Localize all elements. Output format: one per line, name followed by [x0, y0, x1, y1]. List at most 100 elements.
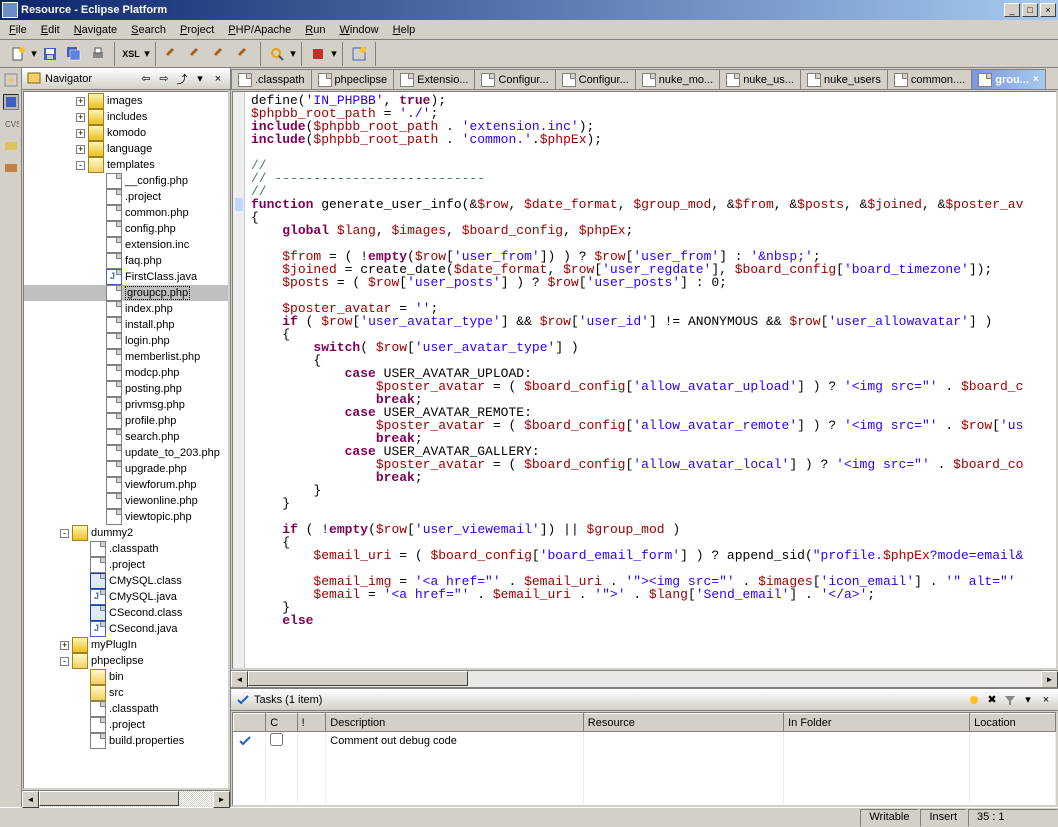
perspective-button[interactable]	[348, 43, 370, 65]
search-button[interactable]	[266, 43, 288, 65]
tree-node-faqphp[interactable]: faq.php	[24, 253, 228, 269]
ext-tools-button[interactable]	[307, 43, 329, 65]
tree-node-project[interactable]: .project	[24, 717, 228, 733]
tree-node-installphp[interactable]: install.php	[24, 317, 228, 333]
tree-node-modcpphp[interactable]: modcp.php	[24, 365, 228, 381]
menu-file[interactable]: File	[2, 22, 34, 38]
tree-node-komodo[interactable]: +komodo	[24, 125, 228, 141]
tree-node-project[interactable]: .project	[24, 189, 228, 205]
tool-1-button[interactable]	[161, 43, 183, 65]
tree-node-configphp[interactable]: config.php	[24, 221, 228, 237]
print-button[interactable]	[87, 43, 109, 65]
expander-icon[interactable]: +	[76, 113, 85, 122]
column-header[interactable]: Description	[326, 714, 584, 732]
tree-node-searchphp[interactable]: search.php	[24, 429, 228, 445]
navigator-tree[interactable]: +images+includes+komodo+language-templat…	[23, 91, 229, 789]
column-header[interactable]: !	[297, 714, 326, 732]
tree-node-templates[interactable]: -templates	[24, 157, 228, 173]
column-header[interactable]: In Folder	[784, 714, 970, 732]
task-checkbox[interactable]	[270, 733, 283, 746]
editor-tab-phpeclipse[interactable]: phpeclipse	[311, 69, 395, 89]
menu-window[interactable]: Window	[332, 22, 385, 38]
task-row[interactable]: Comment out debug code	[234, 732, 1056, 751]
close-button[interactable]: ×	[1040, 3, 1056, 17]
editor-tab-grou[interactable]: grou...×	[971, 69, 1045, 89]
tree-node-classpath[interactable]: .classpath	[24, 541, 228, 557]
tool-2-button[interactable]	[185, 43, 207, 65]
tree-node-csecondclass[interactable]: CSecond.class	[24, 605, 228, 621]
tasks-filter-button[interactable]	[1002, 692, 1018, 708]
tree-node-classpath[interactable]: .classpath	[24, 701, 228, 717]
tasks-close-button[interactable]: ×	[1038, 692, 1054, 708]
cvs-perspective-icon[interactable]: CVS	[3, 116, 19, 132]
editor-tab-configur[interactable]: Configur...	[555, 69, 636, 89]
menu-project[interactable]: Project	[173, 22, 221, 38]
tree-node-commonphp[interactable]: common.php	[24, 205, 228, 221]
expander-icon[interactable]: +	[76, 129, 85, 138]
open-perspective-icon[interactable]: +	[3, 72, 19, 88]
xsl-button[interactable]: XSL	[120, 43, 142, 65]
tree-node-dummy2[interactable]: -dummy2	[24, 525, 228, 541]
maximize-button[interactable]: □	[1022, 3, 1038, 17]
nav-menu-button[interactable]: ▾	[192, 71, 208, 87]
column-header[interactable]: Location	[970, 714, 1056, 732]
tree-node-includes[interactable]: +includes	[24, 109, 228, 125]
tasks-menu-button[interactable]: ▾	[1020, 692, 1036, 708]
expander-icon[interactable]: -	[60, 657, 69, 666]
editor-hscroll[interactable]: ◄►	[231, 670, 1058, 687]
tree-node-firstclassjava[interactable]: FirstClass.java	[24, 269, 228, 285]
tree-node-extensioninc[interactable]: extension.inc	[24, 237, 228, 253]
tree-node-groupcpphp[interactable]: groupcp.php	[24, 285, 228, 301]
column-header[interactable]: Resource	[583, 714, 783, 732]
tree-node-phpeclipse[interactable]: -phpeclipse	[24, 653, 228, 669]
resource-perspective-icon[interactable]	[3, 94, 19, 110]
editor-tab-common[interactable]: common....	[887, 69, 972, 89]
tree-node-loginphp[interactable]: login.php	[24, 333, 228, 349]
search-dropdown[interactable]: ▾	[289, 47, 297, 60]
tree-node-postingphp[interactable]: posting.php	[24, 381, 228, 397]
editor-tab-configur[interactable]: Configur...	[474, 69, 555, 89]
tree-node-cmysqlclass[interactable]: CMySQL.class	[24, 573, 228, 589]
nav-back-button[interactable]: ⇦	[138, 71, 154, 87]
tool-4-button[interactable]	[233, 43, 255, 65]
tasks-delete-button[interactable]: ✖	[984, 692, 1000, 708]
code-editor[interactable]: define('IN_PHPBB', true); $phpbb_root_pa…	[232, 91, 1057, 669]
tree-node-upgradephp[interactable]: upgrade.php	[24, 461, 228, 477]
expander-icon[interactable]: -	[60, 529, 69, 538]
tree-node-images[interactable]: +images	[24, 93, 228, 109]
tree-node-buildproperties[interactable]: build.properties	[24, 733, 228, 749]
tasks-table[interactable]: C!DescriptionResourceIn FolderLocation C…	[232, 712, 1057, 806]
tree-node-project[interactable]: .project	[24, 557, 228, 573]
tasks-new-button[interactable]	[966, 692, 982, 708]
new-dropdown[interactable]: ▾	[30, 47, 38, 60]
minimize-button[interactable]: _	[1004, 3, 1020, 17]
tool-3-button[interactable]	[209, 43, 231, 65]
tree-node-viewtopicphp[interactable]: viewtopic.php	[24, 509, 228, 525]
navigator-hscroll[interactable]: ◄►	[22, 790, 230, 807]
tree-node-bin[interactable]: bin	[24, 669, 228, 685]
nav-up-button[interactable]: ⤴	[174, 71, 190, 87]
editor-tab-nukeus[interactable]: nuke_us...	[719, 69, 801, 89]
tree-node-memberlistphp[interactable]: memberlist.php	[24, 349, 228, 365]
tree-node-profilephp[interactable]: profile.php	[24, 413, 228, 429]
tree-node-language[interactable]: +language	[24, 141, 228, 157]
close-icon[interactable]: ×	[1033, 74, 1039, 85]
nav-forward-button[interactable]: ⇨	[156, 71, 172, 87]
perspective-4-icon[interactable]	[3, 138, 19, 154]
save-all-button[interactable]	[63, 43, 85, 65]
save-button[interactable]	[39, 43, 61, 65]
menu-edit[interactable]: Edit	[34, 22, 67, 38]
task-completed[interactable]	[266, 732, 297, 751]
menu-navigate[interactable]: Navigate	[67, 22, 124, 38]
menu-run[interactable]: Run	[298, 22, 332, 38]
editor-tab-nukeusers[interactable]: nuke_users	[800, 69, 888, 89]
editor-tab-extensio[interactable]: Extensio...	[393, 69, 475, 89]
tree-node-updateto203php[interactable]: update_to_203.php	[24, 445, 228, 461]
tree-node-viewforumphp[interactable]: viewforum.php	[24, 477, 228, 493]
expander-icon[interactable]: +	[76, 97, 85, 106]
tree-node-src[interactable]: src	[24, 685, 228, 701]
expander-icon[interactable]: -	[76, 161, 85, 170]
editor-tab-classpath[interactable]: .classpath	[231, 69, 312, 89]
tree-node-myplugin[interactable]: +myPlugIn	[24, 637, 228, 653]
tree-node-cmysqljava[interactable]: CMySQL.java	[24, 589, 228, 605]
